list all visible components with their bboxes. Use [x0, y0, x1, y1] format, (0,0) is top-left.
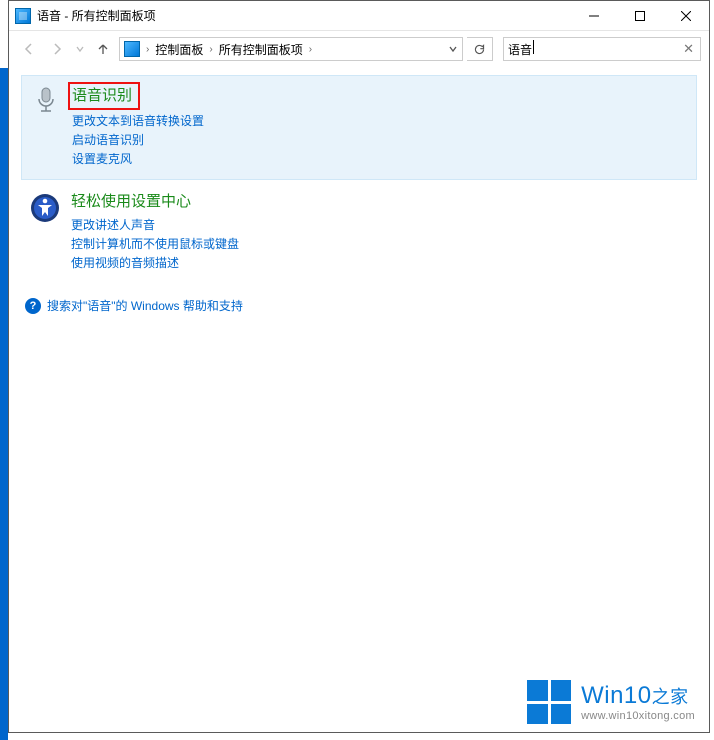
address-dropdown[interactable] [444, 42, 462, 56]
control-panel-icon [15, 8, 31, 24]
clear-search-icon[interactable]: ✕ [681, 41, 696, 57]
highlight-box: 语音识别 [68, 82, 140, 110]
address-icon [124, 41, 140, 57]
control-panel-window: 语音 - 所有控制面板项 › 控制面 [8, 0, 710, 733]
link-control-without-mouse-keyboard[interactable]: 控制计算机而不使用鼠标或键盘 [71, 235, 689, 252]
up-button[interactable] [91, 37, 115, 61]
ease-of-access-icon [29, 192, 61, 224]
close-button[interactable] [663, 1, 709, 30]
link-audio-description[interactable]: 使用视频的音频描述 [71, 254, 689, 271]
refresh-button[interactable] [467, 37, 493, 61]
breadcrumb-control-panel[interactable]: 控制面板 [153, 41, 205, 58]
chevron-right-icon[interactable]: › [144, 44, 151, 55]
link-setup-microphone[interactable]: 设置麦克风 [72, 150, 688, 167]
maximize-button[interactable] [617, 1, 663, 30]
search-box[interactable]: 语音 ✕ [503, 37, 701, 61]
search-input-value: 语音 [508, 40, 681, 58]
help-text: 搜索对"语音"的 Windows 帮助和支持 [47, 297, 243, 314]
chevron-right-icon[interactable]: › [207, 44, 214, 55]
result-speech-recognition: 语音识别 更改文本到语音转换设置 启动语音识别 设置麦克风 [21, 75, 697, 180]
navigation-bar: › 控制面板 › 所有控制面板项 › 语音 ✕ [9, 31, 709, 67]
back-button[interactable] [17, 37, 41, 61]
titlebar: 语音 - 所有控制面板项 [9, 1, 709, 31]
watermark: Win10之家 www.win10xitong.com [527, 680, 695, 724]
result-ease-of-access: 轻松使用设置中心 更改讲述人声音 控制计算机而不使用鼠标或键盘 使用视频的音频描… [21, 184, 697, 283]
speech-recognition-heading[interactable]: 语音识别 [72, 84, 132, 105]
watermark-title: Win10之家 [581, 682, 695, 710]
results-area: 语音识别 更改文本到语音转换设置 启动语音识别 设置麦克风 轻松使用设置中心 更… [9, 67, 709, 732]
microphone-icon [30, 84, 62, 116]
chevron-right-icon[interactable]: › [307, 44, 314, 55]
windows-logo-icon [527, 680, 571, 724]
minimize-button[interactable] [571, 1, 617, 30]
ease-of-access-heading[interactable]: 轻松使用设置中心 [71, 190, 191, 211]
window-title: 语音 - 所有控制面板项 [37, 7, 571, 24]
watermark-url: www.win10xitong.com [581, 710, 695, 722]
address-bar[interactable]: › 控制面板 › 所有控制面板项 › [119, 37, 463, 61]
link-start-speech-recognition[interactable]: 启动语音识别 [72, 131, 688, 148]
windows-help-link[interactable]: ? 搜索对"语音"的 Windows 帮助和支持 [21, 297, 697, 314]
breadcrumb-all-items[interactable]: 所有控制面板项 [217, 41, 305, 58]
link-change-narrator-voice[interactable]: 更改讲述人声音 [71, 216, 689, 233]
recent-dropdown[interactable] [73, 37, 87, 61]
forward-button[interactable] [45, 37, 69, 61]
link-change-tts-settings[interactable]: 更改文本到语音转换设置 [72, 112, 688, 129]
help-icon: ? [25, 298, 41, 314]
